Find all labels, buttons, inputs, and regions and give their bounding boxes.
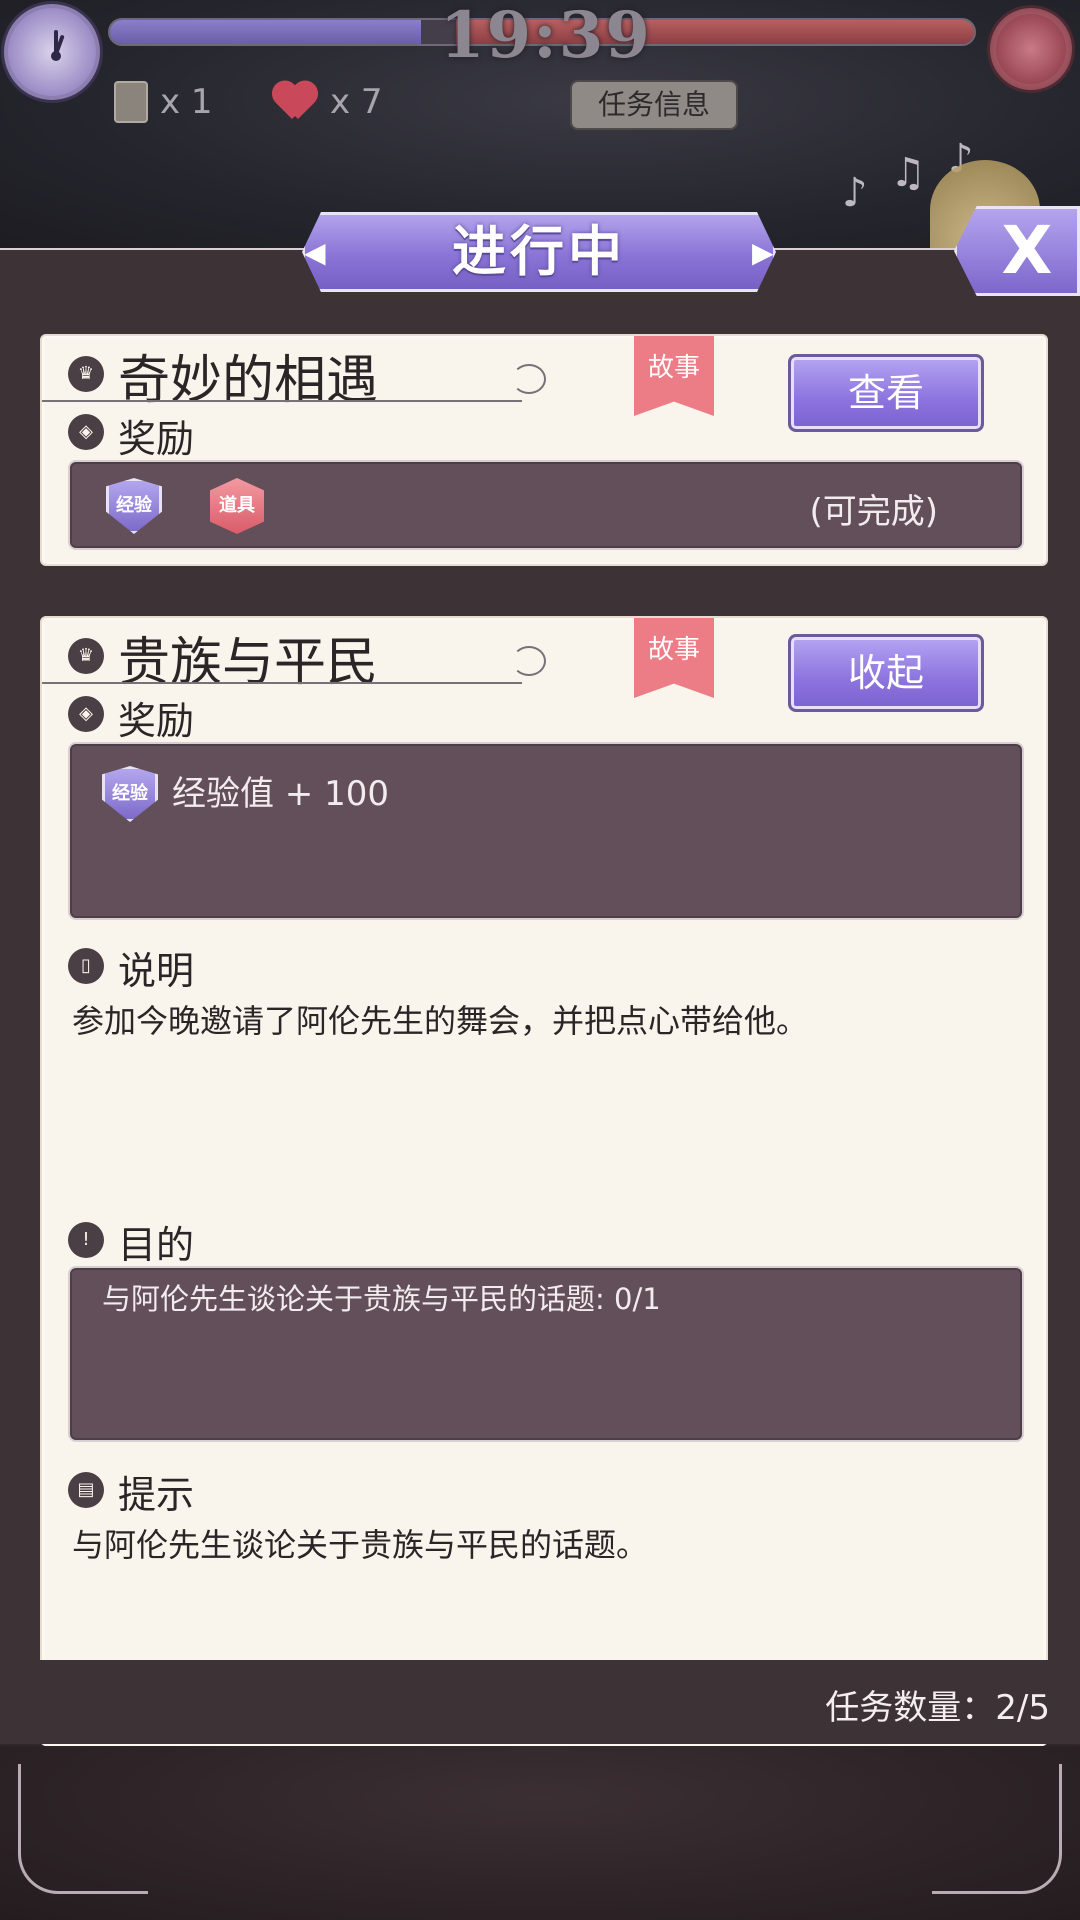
scroll-count: x 1 xyxy=(160,82,213,122)
objective-box: 与阿伦先生谈论关于贵族与平民的话题: 0/1 xyxy=(68,1266,1024,1442)
reward-label: 奖励 xyxy=(118,417,195,461)
game-time: 19:39 xyxy=(440,0,652,73)
bottom-area xyxy=(0,1746,1080,1920)
close-button[interactable]: X xyxy=(954,206,1080,296)
box-icon: ◈ xyxy=(68,414,104,450)
story-tag: 故事 xyxy=(634,618,714,698)
objective-text: 与阿伦先生谈论关于贵族与平民的话题: 0/1 xyxy=(102,1282,661,1316)
reward-label: 奖励 xyxy=(118,699,195,743)
music-note-icon: ♫ xyxy=(890,150,926,196)
heart-count: x 7 xyxy=(330,82,383,122)
heart-resource: x 7 xyxy=(272,80,383,124)
music-note-icon: ♪ xyxy=(842,170,868,216)
quest-count: 任务数量：2/5 xyxy=(825,1688,1050,1728)
scroll-resource: x 1 xyxy=(114,80,213,124)
view-button[interactable]: 查看 xyxy=(788,354,984,432)
exclamation-icon: ! xyxy=(68,1222,104,1258)
story-tag: 故事 xyxy=(634,336,714,416)
reward-box: 经验 经验值 + 100 xyxy=(68,742,1024,920)
panel-title: 进行中 xyxy=(452,220,626,283)
crown-icon: ♛ xyxy=(68,638,104,674)
exp-badge-icon: 经验 xyxy=(106,478,162,534)
quest-card: ♛ 奇妙的相遇 故事 查看 ◈ 奖励 经验 道具 (可完成) xyxy=(40,334,1048,566)
description-label: 说明 xyxy=(118,949,195,993)
box-icon: ◈ xyxy=(68,696,104,732)
swirl-ornament-icon xyxy=(512,364,546,394)
description-text: 参加今晚邀请了阿伦先生的舞会，并把点心带给他。 xyxy=(72,1002,809,1040)
reward-status: (可完成) xyxy=(809,492,938,532)
mission-info-button[interactable]: 任务信息 xyxy=(570,80,738,130)
title-underline xyxy=(42,682,522,684)
corner-ornament-icon xyxy=(932,1764,1062,1894)
item-badge-icon: 道具 xyxy=(210,478,264,534)
collapse-button[interactable]: 收起 xyxy=(788,634,984,712)
title-underline xyxy=(42,400,522,402)
rose-icon xyxy=(990,8,1072,90)
hint-text: 与阿伦先生谈论关于贵族与平民的话题。 xyxy=(72,1526,649,1564)
corner-ornament-icon xyxy=(18,1764,148,1894)
crown-icon: ♛ xyxy=(68,356,104,392)
reward-box: 经验 道具 (可完成) xyxy=(68,460,1024,550)
scroll-icon xyxy=(114,81,148,123)
note-icon: ▤ xyxy=(68,1472,104,1508)
reward-text: 经验值 + 100 xyxy=(172,774,389,814)
quest-card: ♛ 贵族与平民 故事 收起 ◈ 奖励 经验 经验值 + 100 ▯ 说明 参加今… xyxy=(40,616,1048,1746)
objective-label: 目的 xyxy=(118,1223,195,1267)
heart-icon xyxy=(272,81,318,123)
clock-icon xyxy=(4,4,100,100)
time-progress-fill xyxy=(110,20,422,44)
swirl-ornament-icon xyxy=(512,646,546,676)
hint-label: 提示 xyxy=(118,1473,195,1517)
exp-badge-icon: 经验 xyxy=(102,766,158,822)
book-icon: ▯ xyxy=(68,948,104,984)
